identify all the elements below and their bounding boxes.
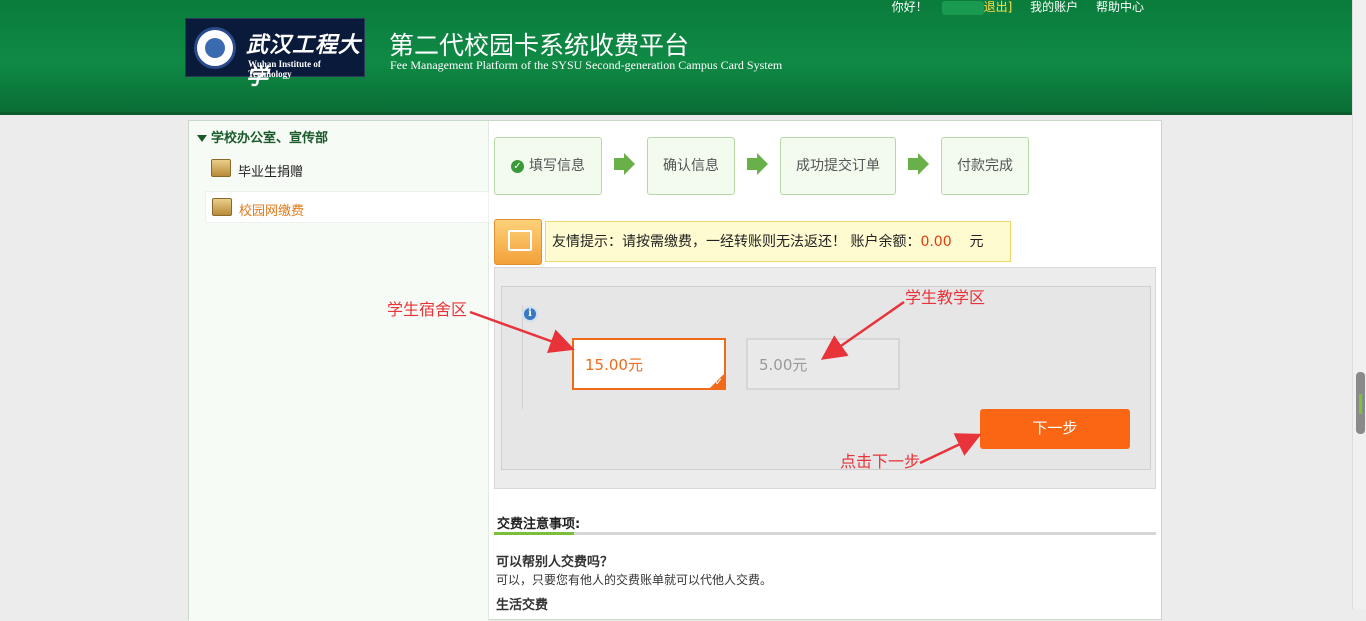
seal-icon: [194, 27, 236, 69]
logout-link[interactable]: 退出]: [984, 0, 1013, 14]
divider: [522, 305, 523, 409]
faq-answer: 可以，只要您有他人的交费账单就可以代他人交费。: [496, 573, 773, 587]
faq-question: 可以帮别人交费吗？: [496, 555, 614, 570]
step-label: 确认信息: [663, 158, 719, 174]
info-icon[interactable]: i: [522, 306, 538, 322]
arrow-right-icon: [614, 153, 636, 175]
payment-panel: i 15.00元 ✓ 5.00元 下一步: [494, 267, 1156, 489]
monitor-icon: [494, 219, 542, 265]
username-masked: [941, 0, 984, 15]
sidebar-section-header[interactable]: 学校办公室、宣传部: [197, 127, 328, 146]
sidebar-section-label: 学校办公室、宣传部: [211, 131, 329, 146]
sidebar-item-graduate-donation[interactable]: 毕业生捐赠: [205, 153, 489, 185]
tip-text: 友情提示：请按需缴费，一经转账则无法返还！ 账户余额：: [552, 234, 921, 250]
page-subtitle: Fee Management Platform of the SYSU Seco…: [390, 58, 783, 72]
step-payment-complete: 付款完成: [941, 137, 1029, 195]
next-step-button[interactable]: 下一步: [980, 409, 1130, 449]
main-container: 学校办公室、宣传部 毕业生捐赠 校园网缴费 ✓ 填写信息 确认信息 成功提交订单 …: [188, 120, 1162, 621]
sidebar-item-label: 毕业生捐赠: [238, 165, 304, 180]
triangle-down-icon: [197, 135, 207, 142]
arrow-right-icon: [908, 153, 930, 175]
folder-icon: [211, 159, 231, 177]
notes-title: 交费注意事项:: [497, 517, 581, 532]
annotation-dorm-label: 学生宿舍区: [387, 300, 468, 319]
amount-label: 15.00元: [585, 356, 643, 374]
check-icon: ✓: [511, 160, 524, 173]
amount-selector: i 15.00元 ✓ 5.00元 下一步: [501, 286, 1151, 470]
tip-banner: 友情提示：请按需缴费，一经转账则无法返还！ 账户余额：0.00 元: [545, 221, 1011, 262]
top-links: 你好！ 退出] 我的账户 帮助中心: [878, 0, 1144, 15]
logo-english-name: Wuhan Institute of Technology: [248, 59, 321, 79]
greeting: 你好！: [891, 0, 928, 14]
annotation-teaching-label: 学生教学区: [905, 288, 986, 307]
page-title: 第二代校园卡系统收费平台: [389, 31, 690, 60]
arrow-right-icon: [747, 153, 769, 175]
step-fill-info: ✓ 填写信息: [494, 137, 602, 195]
account-balance: 0.00: [920, 234, 952, 250]
annotation-click-next-label: 点击下一步: [840, 452, 921, 471]
sidebar-item-campus-network-fee[interactable]: 校园网缴费: [205, 191, 489, 223]
step-submit-order: 成功提交订单: [780, 137, 896, 195]
step-label: 付款完成: [957, 158, 1013, 174]
folder-icon: [212, 198, 232, 216]
amount-option-dorm[interactable]: 15.00元 ✓: [572, 338, 726, 390]
step-label: 成功提交订单: [796, 158, 880, 174]
header: 武汉工程大学 Wuhan Institute of Technology 第二代…: [0, 0, 1352, 115]
scrollbar-thumb[interactable]: [1356, 372, 1365, 434]
scrollbar[interactable]: [1352, 0, 1366, 609]
my-account-link[interactable]: 我的账户: [1030, 0, 1078, 14]
amount-label: 5.00元: [759, 356, 808, 374]
university-logo: 武汉工程大学 Wuhan Institute of Technology: [185, 18, 365, 90]
amount-option-teaching[interactable]: 5.00元: [746, 338, 900, 390]
checkmark-icon: ✓: [714, 377, 723, 388]
step-label: 填写信息: [529, 158, 585, 174]
sidebar: 学校办公室、宣传部 毕业生捐赠 校园网缴费: [189, 121, 489, 621]
step-confirm-info: 确认信息: [647, 137, 735, 195]
help-center-link[interactable]: 帮助中心: [1096, 0, 1144, 14]
notes-divider: [494, 532, 1156, 535]
balance-unit: 元: [969, 234, 984, 250]
faq-question: 生活交费: [496, 598, 549, 613]
sidebar-item-label: 校园网缴费: [239, 204, 305, 219]
